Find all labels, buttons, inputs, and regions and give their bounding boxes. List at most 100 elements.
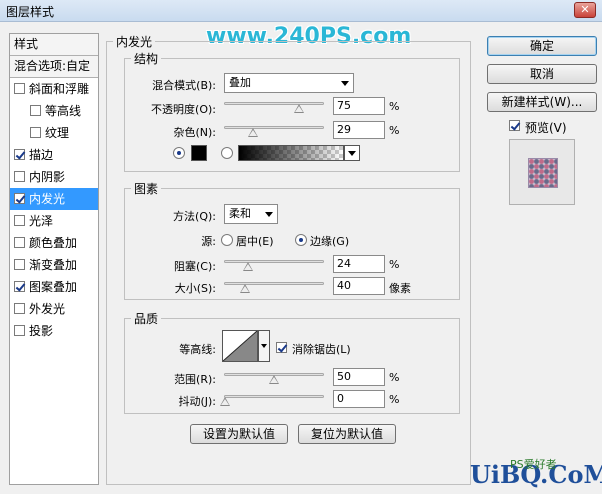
sidebar-item-checkbox[interactable]: [14, 171, 25, 182]
sidebar-item[interactable]: 光泽: [10, 210, 98, 232]
make-default-button[interactable]: 设置为默认值: [190, 424, 288, 444]
reset-default-button[interactable]: 复位为默认值: [298, 424, 396, 444]
jitter-label: 抖动(J):: [178, 395, 216, 408]
sidebar-item[interactable]: 等高线: [10, 100, 98, 122]
title-bar: 图层样式 ✕: [0, 0, 602, 22]
sidebar-item-checkbox[interactable]: [14, 303, 25, 314]
range-input[interactable]: 50: [333, 368, 385, 386]
antialias-checkbox[interactable]: [276, 342, 287, 353]
method-select[interactable]: 柔和: [224, 204, 278, 224]
jitter-input[interactable]: 0: [333, 390, 385, 408]
new-style-button[interactable]: 新建样式(W)...: [487, 92, 597, 112]
blend-options-item[interactable]: 混合选项:自定: [10, 56, 98, 78]
chevron-down-icon: [341, 81, 349, 86]
source-center-radio[interactable]: [221, 234, 233, 246]
sidebar-item-checkbox[interactable]: [30, 105, 41, 116]
contour-dropdown-button[interactable]: [258, 330, 270, 362]
opacity-slider-thumb[interactable]: [294, 104, 304, 113]
opacity-label: 不透明度(O):: [151, 103, 216, 116]
gradient-radio[interactable]: [221, 147, 233, 159]
choke-label: 阻塞(C):: [174, 260, 216, 273]
sidebar-item-checkbox[interactable]: [14, 259, 25, 270]
blend-mode-value: 叠加: [229, 76, 251, 89]
antialias-label: 消除锯齿(L): [292, 343, 351, 356]
noise-unit: %: [389, 124, 400, 137]
sidebar-item-checkbox[interactable]: [14, 83, 25, 94]
jitter-slider-thumb[interactable]: [220, 397, 230, 406]
structure-title: 结构: [134, 52, 159, 66]
noise-input[interactable]: 29: [333, 121, 385, 139]
sidebar-item[interactable]: 图案叠加: [10, 276, 98, 298]
sidebar-item-label: 光泽: [29, 214, 54, 228]
sidebar-item-label: 内发光: [29, 192, 66, 206]
sidebar-item-checkbox[interactable]: [30, 127, 41, 138]
sidebar-item[interactable]: 纹理: [10, 122, 98, 144]
sidebar-item[interactable]: 颜色叠加: [10, 232, 98, 254]
chevron-down-icon: [261, 344, 267, 348]
size-slider-track[interactable]: [224, 282, 324, 285]
choke-unit: %: [389, 258, 400, 271]
opacity-input[interactable]: 75: [333, 97, 385, 115]
source-edge-label: 边缘(G): [310, 235, 350, 248]
preview-label: 预览(V): [525, 121, 567, 135]
elements-title: 图素: [134, 182, 159, 196]
site-subtext: PS爱好者: [510, 458, 557, 471]
noise-slider-thumb[interactable]: [248, 128, 258, 137]
sidebar-item[interactable]: 投影: [10, 320, 98, 342]
choke-input[interactable]: 24: [333, 255, 385, 273]
source-edge-radio[interactable]: [295, 234, 307, 246]
preview-checkbox[interactable]: [509, 120, 520, 131]
range-slider-thumb[interactable]: [269, 375, 279, 384]
sidebar-item[interactable]: 斜面和浮雕: [10, 78, 98, 100]
sidebar-item[interactable]: 内阴影: [10, 166, 98, 188]
sidebar-item[interactable]: 外发光: [10, 298, 98, 320]
choke-slider-thumb[interactable]: [243, 262, 253, 271]
sidebar-item-checkbox[interactable]: [14, 193, 25, 204]
sidebar-item[interactable]: 渐变叠加: [10, 254, 98, 276]
noise-slider-track[interactable]: [224, 126, 324, 129]
contour-label: 等高线:: [179, 343, 216, 356]
sidebar-item[interactable]: 内发光: [10, 188, 98, 210]
style-preview-thumbnail: [509, 139, 575, 205]
chevron-down-icon: [265, 212, 273, 217]
method-label: 方法(Q):: [173, 210, 216, 223]
source-label: 源:: [201, 235, 216, 248]
close-button[interactable]: ✕: [574, 2, 596, 18]
blend-mode-label: 混合模式(B):: [152, 79, 216, 92]
sidebar-item-label: 描边: [29, 148, 54, 162]
glow-color-swatch[interactable]: [191, 145, 207, 161]
blend-mode-select[interactable]: 叠加: [224, 73, 354, 93]
sidebar-item-checkbox[interactable]: [14, 149, 25, 160]
cancel-button[interactable]: 取消: [487, 64, 597, 84]
size-slider-thumb[interactable]: [240, 284, 250, 293]
opacity-slider-track[interactable]: [224, 102, 324, 105]
sidebar-item-label: 投影: [29, 324, 54, 338]
sidebar-item-label: 等高线: [45, 104, 82, 118]
chevron-down-icon: [348, 151, 356, 156]
sidebar-item-checkbox[interactable]: [14, 281, 25, 292]
sidebar-item-label: 颜色叠加: [29, 236, 78, 250]
sidebar-item-checkbox[interactable]: [14, 215, 25, 226]
ok-button[interactable]: 确定: [487, 36, 597, 56]
styles-header[interactable]: 样式: [10, 34, 98, 56]
contour-preview[interactable]: [222, 330, 258, 362]
choke-slider-track[interactable]: [224, 260, 324, 263]
sidebar-item-label: 纹理: [45, 126, 70, 140]
sidebar-item-checkbox[interactable]: [14, 237, 25, 248]
noise-label: 杂色(N):: [173, 126, 216, 139]
size-input[interactable]: 40: [333, 277, 385, 295]
gradient-picker-button[interactable]: [344, 145, 360, 161]
solid-color-radio[interactable]: [173, 147, 185, 159]
sidebar-item-label: 图案叠加: [29, 280, 78, 294]
style-list: 样式 混合选项:自定 斜面和浮雕等高线纹理描边内阴影内发光光泽颜色叠加渐变叠加图…: [9, 33, 99, 485]
window-title: 图层样式: [6, 5, 55, 19]
gradient-swatch[interactable]: [238, 145, 344, 161]
jitter-slider-track[interactable]: [224, 395, 324, 398]
size-unit: 像素: [389, 282, 411, 295]
panel-title: 内发光: [116, 35, 153, 49]
quality-title: 品质: [134, 312, 159, 326]
sidebar-item[interactable]: 描边: [10, 144, 98, 166]
sidebar-item-checkbox[interactable]: [14, 325, 25, 336]
source-center-label: 居中(E): [236, 235, 274, 248]
sidebar-item-label: 渐变叠加: [29, 258, 78, 272]
